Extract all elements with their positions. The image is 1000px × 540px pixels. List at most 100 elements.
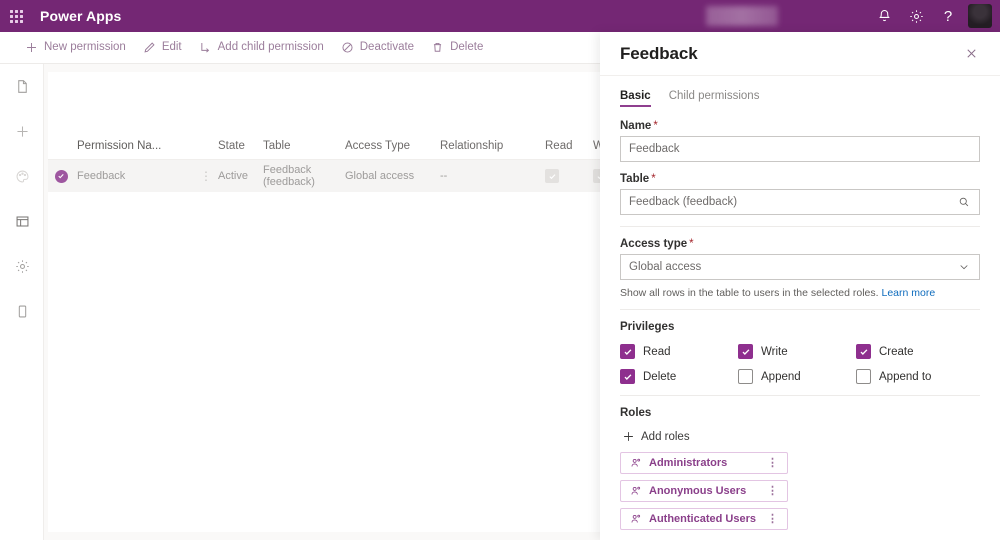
tab-basic[interactable]: Basic: [620, 90, 651, 107]
edit-button[interactable]: Edit: [134, 32, 190, 64]
privileges-section-title: Privileges: [620, 321, 675, 333]
close-icon[interactable]: [958, 41, 984, 67]
plus-icon: [620, 430, 636, 443]
chevron-down-icon[interactable]: [957, 261, 971, 273]
learn-more-link[interactable]: Learn more: [881, 287, 935, 299]
person-role-icon: [629, 485, 642, 497]
access-type-required-asterisk: *: [689, 238, 694, 250]
column-read[interactable]: Read: [545, 140, 593, 152]
privilege-delete[interactable]: Delete: [620, 369, 738, 384]
helper-text: Show all rows in the table to users in t…: [620, 287, 879, 299]
cell-relationship: --: [440, 170, 448, 182]
access-type-value: Global access: [629, 261, 702, 273]
access-type-label-text: Access type: [620, 238, 688, 250]
append-checkbox[interactable]: [738, 369, 753, 384]
theme-palette-icon[interactable]: [0, 161, 44, 191]
column-permission-name[interactable]: Permission Na...: [74, 140, 194, 152]
row-overflow-glyph: ⋮: [200, 169, 212, 183]
write-checkbox[interactable]: [738, 344, 753, 359]
role-chip-administrators[interactable]: Administrators ⋮: [620, 452, 788, 474]
mobile-device-icon[interactable]: [0, 296, 44, 326]
panel-body: Name * Feedback Table * Feedback (feedback…: [600, 110, 1000, 530]
privilege-append-label: Append: [761, 370, 801, 383]
help-glyph: ?: [943, 7, 953, 25]
new-permission-button[interactable]: New permission: [16, 32, 134, 64]
person-role-icon: [629, 513, 642, 525]
delete-label: Delete: [450, 40, 484, 53]
row-selected-indicator[interactable]: [54, 169, 68, 183]
table-required-asterisk: *: [651, 173, 656, 185]
user-avatar[interactable]: [968, 4, 992, 28]
pages-icon[interactable]: [0, 71, 44, 101]
delete-checkbox[interactable]: [620, 369, 635, 384]
add-child-permission-label: Add child permission: [217, 40, 324, 53]
new-permission-label: New permission: [44, 40, 126, 53]
block-icon: [340, 40, 355, 55]
add-child-icon: [198, 40, 213, 55]
gear-icon[interactable]: [900, 0, 932, 32]
privilege-append-to-label: Append to: [879, 370, 932, 383]
name-field[interactable]: Feedback: [620, 136, 980, 162]
column-relationship[interactable]: Relationship: [440, 140, 545, 152]
cell-state: Active: [218, 170, 248, 182]
tab-child-permissions[interactable]: Child permissions: [669, 90, 760, 107]
table-field-value: Feedback (feedback): [629, 196, 738, 208]
column-state[interactable]: State: [218, 140, 263, 152]
help-icon[interactable]: ?: [932, 0, 964, 32]
trash-icon: [430, 40, 445, 55]
cell-permission-name: Feedback: [77, 170, 126, 182]
divider-above-privileges: [620, 309, 980, 310]
name-required-asterisk: *: [653, 120, 658, 132]
privilege-read[interactable]: Read: [620, 344, 738, 359]
layout-window-icon[interactable]: [0, 206, 44, 236]
role-overflow-menu[interactable]: ⋮: [764, 513, 781, 525]
add-child-permission-button[interactable]: Add child permission: [190, 32, 332, 64]
divider-above-roles: [620, 395, 980, 396]
bell-icon[interactable]: [868, 0, 900, 32]
add-roles-label: Add roles: [641, 430, 690, 443]
privilege-read-label: Read: [643, 345, 671, 358]
role-overflow-menu[interactable]: ⋮: [764, 485, 781, 497]
redacted-environment-label: [706, 6, 778, 26]
table-field-label: Table *: [620, 173, 980, 185]
row-select-checkbox[interactable]: [48, 169, 74, 183]
add-icon[interactable]: [0, 116, 44, 146]
column-table[interactable]: Table: [263, 140, 345, 152]
search-icon[interactable]: [957, 196, 971, 208]
divider-above-access-type: [620, 226, 980, 227]
role-label: Authenticated Users: [649, 513, 756, 525]
cell-access-type: Global access: [345, 170, 415, 182]
add-roles-button[interactable]: Add roles: [620, 430, 980, 443]
role-chip-authenticated-users[interactable]: Authenticated Users ⋮: [620, 508, 788, 530]
privilege-append-to[interactable]: Append to: [856, 369, 980, 384]
row-overflow-menu[interactable]: ⋮: [194, 170, 218, 182]
settings-gear-icon[interactable]: [0, 251, 44, 281]
create-checkbox[interactable]: [856, 344, 871, 359]
role-overflow-menu[interactable]: ⋮: [764, 457, 781, 469]
table-label-text: Table: [620, 173, 650, 185]
permission-detail-panel: Feedback Basic Child permissions Name * F…: [600, 32, 1000, 540]
role-label: Anonymous Users: [649, 485, 747, 497]
privilege-delete-label: Delete: [643, 370, 677, 383]
read-checkbox-disabled: [545, 169, 559, 183]
brand-title: Power Apps: [40, 8, 122, 24]
cell-read-checkbox: [545, 169, 593, 183]
role-chip-anonymous-users[interactable]: Anonymous Users ⋮: [620, 480, 788, 502]
read-checkbox[interactable]: [620, 344, 635, 359]
privilege-create[interactable]: Create: [856, 344, 980, 359]
waffle-grid: [9, 9, 23, 23]
table-field[interactable]: Feedback (feedback): [620, 189, 980, 215]
append-to-checkbox[interactable]: [856, 369, 871, 384]
access-type-field-label: Access type *: [620, 238, 980, 250]
deactivate-button[interactable]: Deactivate: [332, 32, 422, 64]
role-label: Administrators: [649, 457, 728, 469]
privilege-append[interactable]: Append: [738, 369, 856, 384]
name-field-value: Feedback: [629, 143, 680, 155]
access-type-dropdown[interactable]: Global access: [620, 254, 980, 280]
column-access-type[interactable]: Access Type: [345, 140, 440, 152]
app-launcher-icon[interactable]: [0, 0, 32, 32]
delete-button[interactable]: Delete: [422, 32, 491, 64]
edit-label: Edit: [161, 40, 182, 53]
deactivate-label: Deactivate: [359, 40, 415, 53]
privilege-write[interactable]: Write: [738, 344, 856, 359]
